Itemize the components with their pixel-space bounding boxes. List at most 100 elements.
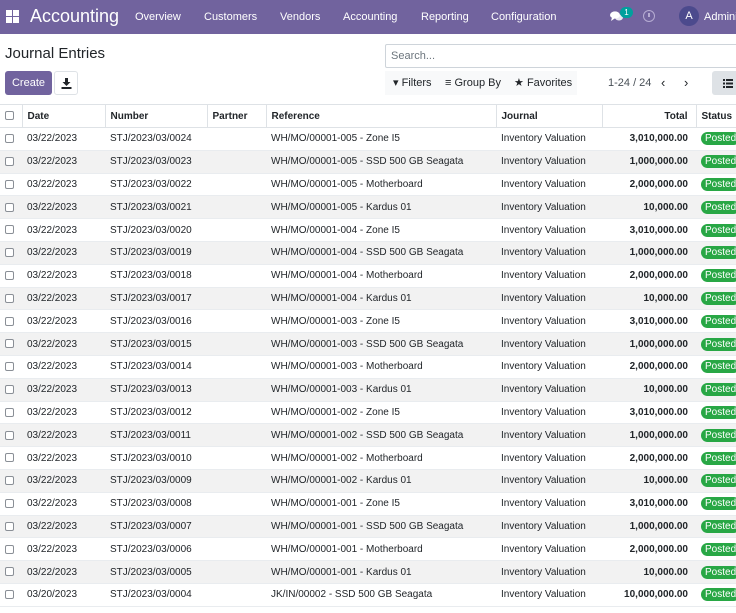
favorites-dropdown[interactable]: ★ Favorites (514, 77, 572, 90)
row-checkbox[interactable] (0, 241, 22, 265)
checkbox[interactable] (5, 430, 14, 440)
column-partner[interactable]: Partner (207, 104, 267, 128)
row-checkbox[interactable] (0, 127, 22, 151)
row-checkbox[interactable] (0, 583, 22, 607)
menu-vendors[interactable]: Vendors (280, 11, 320, 24)
cell-date: 03/22/2023 (22, 560, 105, 584)
row-checkbox[interactable] (0, 309, 22, 334)
checkbox[interactable] (5, 499, 14, 508)
checkbox[interactable] (5, 179, 14, 189)
table-row[interactable]: 03/22/2023 STJ/2023/03/0020 WH/MO/00001-00… (0, 218, 736, 242)
table-row[interactable]: 03/22/2023 STJ/2023/03/0005 WH/MO/00001-00… (0, 560, 736, 584)
checkbox[interactable] (5, 271, 14, 281)
row-checkbox[interactable] (0, 423, 22, 448)
group-by-dropdown[interactable]: ≡ Group By (445, 77, 501, 90)
row-checkbox[interactable] (0, 287, 22, 311)
menu-configuration[interactable]: Configuration (491, 11, 556, 24)
cell-total: 3,010,000.00 (602, 309, 696, 334)
checkbox[interactable] (5, 362, 14, 372)
checkbox[interactable] (5, 202, 14, 212)
checkbox[interactable] (5, 339, 14, 349)
table-row[interactable]: 03/22/2023 STJ/2023/03/0016 WH/MO/00001-00… (0, 309, 736, 334)
row-checkbox[interactable] (0, 446, 22, 470)
row-checkbox[interactable] (0, 378, 22, 402)
table-row[interactable]: 03/22/2023 STJ/2023/03/0014 WH/MO/00001-00… (0, 355, 736, 379)
column-status[interactable]: Status (696, 104, 736, 128)
pager-next-icon[interactable]: › (684, 76, 688, 89)
search-input[interactable] (386, 45, 736, 67)
row-checkbox[interactable] (0, 515, 22, 539)
menu-overview[interactable]: Overview (135, 11, 181, 24)
table-row[interactable]: 03/22/2023 STJ/2023/03/0006 WH/MO/00001-00… (0, 537, 736, 562)
checkbox[interactable] (5, 476, 14, 486)
avatar[interactable]: A (679, 6, 699, 26)
table-row[interactable]: 03/22/2023 STJ/2023/03/0007 WH/MO/00001-00… (0, 515, 736, 539)
table-row[interactable]: 03/22/2023 STJ/2023/03/0011 WH/MO/00001-00… (0, 423, 736, 448)
checkbox[interactable] (5, 293, 14, 303)
checkbox[interactable] (5, 316, 14, 326)
table-row[interactable]: 03/22/2023 STJ/2023/03/0023 WH/MO/00001-00… (0, 150, 736, 174)
table-row[interactable]: 03/22/2023 STJ/2023/03/0024 WH/MO/00001-00… (0, 127, 736, 151)
status-badge: Posted (701, 314, 736, 328)
row-checkbox[interactable] (0, 173, 22, 197)
clock-icon[interactable] (643, 10, 655, 22)
app-brand[interactable]: Accounting (30, 6, 119, 26)
column-total[interactable]: Total (602, 104, 697, 128)
row-checkbox[interactable] (0, 560, 22, 584)
checkbox[interactable] (5, 407, 14, 417)
pager-previous-icon[interactable]: ‹ (661, 76, 665, 89)
checkbox[interactable] (5, 157, 14, 167)
row-checkbox[interactable] (0, 401, 22, 425)
column-reference[interactable]: Reference (266, 104, 497, 128)
checkbox[interactable] (5, 544, 14, 554)
apps-grid-icon[interactable] (6, 10, 19, 23)
cell-status: Posted (696, 173, 736, 197)
row-checkbox[interactable] (0, 150, 22, 174)
checkbox[interactable] (5, 453, 14, 463)
table-row[interactable]: 03/22/2023 STJ/2023/03/0008 WH/MO/00001-00… (0, 492, 736, 516)
search-box[interactable] (385, 44, 736, 68)
username[interactable]: Admini (704, 11, 736, 24)
cell-date: 03/22/2023 (22, 423, 105, 448)
table-row[interactable]: 03/22/2023 STJ/2023/03/0010 WH/MO/00001-00… (0, 446, 736, 470)
column-number[interactable]: Number (105, 104, 208, 128)
row-checkbox[interactable] (0, 332, 22, 356)
checkbox[interactable] (5, 248, 14, 258)
column-journal[interactable]: Journal (496, 104, 603, 128)
row-checkbox[interactable] (0, 469, 22, 493)
table-row[interactable]: 03/22/2023 STJ/2023/03/0022 WH/MO/00001-00… (0, 173, 736, 197)
table-row[interactable]: 03/22/2023 STJ/2023/03/0015 WH/MO/00001-00… (0, 332, 736, 356)
cell-date: 03/20/2023 (22, 583, 105, 607)
filters-dropdown[interactable]: ▾ Filters (393, 77, 432, 90)
table-row[interactable]: 03/22/2023 STJ/2023/03/0009 WH/MO/00001-00… (0, 469, 736, 493)
table-row[interactable]: 03/22/2023 STJ/2023/03/0018 WH/MO/00001-00… (0, 264, 736, 288)
checkbox[interactable] (5, 590, 14, 600)
row-checkbox[interactable] (0, 264, 22, 288)
menu-customers[interactable]: Customers (204, 11, 257, 24)
pager-value[interactable]: 1-24 / 24 (608, 77, 651, 90)
checkbox[interactable] (5, 134, 14, 144)
column-date[interactable]: Date (22, 104, 106, 128)
table-row[interactable]: 03/20/2023 STJ/2023/03/0004 JK/IN/00002 - … (0, 583, 736, 607)
status-badge: Posted (701, 565, 736, 579)
row-checkbox[interactable] (0, 195, 22, 220)
menu-accounting[interactable]: Accounting (343, 11, 397, 24)
checkbox[interactable] (5, 385, 14, 395)
table-row[interactable]: 03/22/2023 STJ/2023/03/0012 WH/MO/00001-00… (0, 401, 736, 425)
table-row[interactable]: 03/22/2023 STJ/2023/03/0017 WH/MO/00001-00… (0, 287, 736, 311)
checkbox[interactable] (5, 521, 14, 531)
list-view-button[interactable] (712, 71, 736, 95)
row-checkbox[interactable] (0, 218, 22, 242)
row-checkbox[interactable] (0, 492, 22, 516)
download-button[interactable] (54, 71, 78, 95)
checkbox[interactable] (5, 225, 14, 235)
row-checkbox[interactable] (0, 537, 22, 562)
table-row[interactable]: 03/22/2023 STJ/2023/03/0019 WH/MO/00001-00… (0, 241, 736, 265)
create-button[interactable]: Create (5, 71, 52, 95)
menu-reporting[interactable]: Reporting (421, 11, 469, 24)
checkbox[interactable] (5, 567, 14, 577)
table-row[interactable]: 03/22/2023 STJ/2023/03/0013 WH/MO/00001-00… (0, 378, 736, 402)
select-all-checkbox[interactable] (0, 104, 23, 128)
table-row[interactable]: 03/22/2023 STJ/2023/03/0021 WH/MO/00001-00… (0, 195, 736, 220)
row-checkbox[interactable] (0, 355, 22, 379)
